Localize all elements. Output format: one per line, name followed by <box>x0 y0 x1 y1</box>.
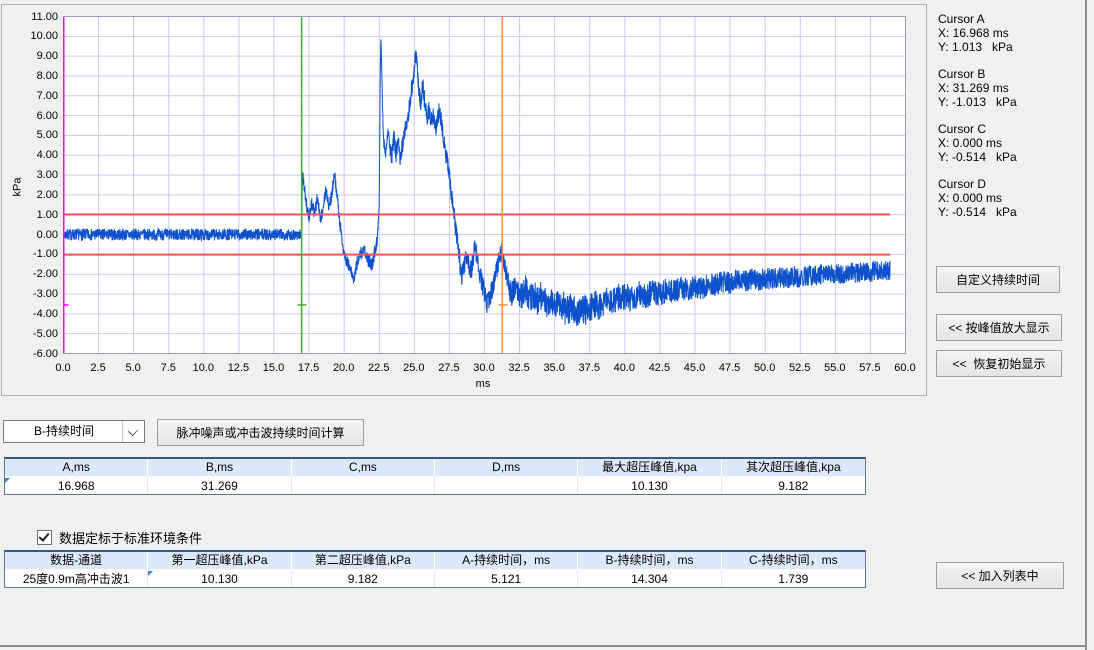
y-tick-label: 9.00 <box>10 49 58 63</box>
table-header-cell: A,ms <box>5 459 148 476</box>
table-header-cell: B,ms <box>148 459 291 476</box>
cursor-title: Cursor A <box>938 12 1017 26</box>
table-cell[interactable]: 25度0.9m高冲击波1 <box>5 571 148 587</box>
table-cell[interactable]: 10.130 <box>578 478 721 494</box>
chart-panel: 11.0010.009.008.007.006.005.004.003.002.… <box>1 4 927 396</box>
table-header-row: A,msB,msC,msD,ms最大超压峰值,kpa其次超压峰值,kpa <box>5 459 865 478</box>
cursor-x-value: X: 31.269 ms <box>938 81 1017 95</box>
y-tick-label: 4.00 <box>10 148 58 162</box>
table-row[interactable]: 16.96831.269 10.1309.182 <box>5 478 865 494</box>
table-header-row: 数据-通道第一超压峰值,kPa第二超压峰值,kPaA-持续时间，msB-持续时间… <box>5 552 865 571</box>
table-header-cell: C-持续时间，ms <box>722 552 865 569</box>
standard-conditions-checkbox[interactable] <box>37 530 52 545</box>
y-tick-label: 10.00 <box>10 29 58 43</box>
table-header-cell: 第二超压峰值,kPa <box>292 552 435 569</box>
cursor-x-value: X: 0.000 ms <box>938 136 1017 150</box>
add-to-list-button[interactable]: << 加入列表中 <box>936 562 1064 589</box>
cursor-group: Cursor CX: 0.000 msY: -0.514 kPa <box>938 122 1017 164</box>
cursor-x-value: X: 0.000 ms <box>938 191 1017 205</box>
cursor-group: Cursor AX: 16.968 msY: 1.013 kPa <box>938 12 1017 54</box>
y-tick-label: 5.00 <box>10 128 58 142</box>
custom-duration-button[interactable]: 自定义持续时间 <box>936 266 1060 293</box>
y-tick-label: -1.00 <box>10 247 58 261</box>
table-row[interactable]: 25度0.9m高冲击波110.1309.1825.12114.3041.739 <box>5 571 865 587</box>
cursor-y-value: Y: -0.514 kPa <box>938 205 1017 219</box>
standard-conditions-checkbox-row[interactable]: 数据定标于标准环境条件 <box>37 528 202 547</box>
x-tick-label: 60.0 <box>880 362 930 375</box>
cursor-y-value: Y: -1.013 kPa <box>938 95 1017 109</box>
table-header-cell: C,ms <box>292 459 435 476</box>
table-cell[interactable]: 31.269 <box>148 478 291 494</box>
y-tick-label: -3.00 <box>10 287 58 301</box>
duration-type-value: B-持续时间 <box>4 421 124 442</box>
table-header-cell: 最大超压峰值,kpa <box>578 459 721 476</box>
chevron-down-icon <box>128 426 138 436</box>
table-header-cell: 其次超压峰值,kpa <box>722 459 865 476</box>
table-header-cell: 数据-通道 <box>5 552 148 569</box>
x-axis-label: ms <box>463 378 503 390</box>
window-border-bottom <box>0 645 1087 647</box>
cursor-title: Cursor C <box>938 122 1017 136</box>
app-window: { "chart_data": { "type": "line", "title… <box>0 0 1094 650</box>
waveform-plot[interactable] <box>63 16 906 359</box>
cursor-readout-panel: Cursor AX: 16.968 msY: 1.013 kPa Cursor B… <box>938 12 1017 232</box>
table-cell[interactable] <box>435 478 578 494</box>
channel-result-table: 数据-通道第一超压峰值,kPa第二超压峰值,kPaA-持续时间，msB-持续时间… <box>4 550 866 588</box>
table-cell[interactable]: 5.121 <box>435 571 578 587</box>
combo-arrow-button[interactable] <box>122 421 144 442</box>
y-tick-label: 7.00 <box>10 89 58 103</box>
y-tick-label: 11.00 <box>10 10 58 24</box>
y-tick-label: 1.00 <box>10 208 58 222</box>
duration-type-select[interactable]: B-持续时间 <box>3 420 145 443</box>
y-tick-label: -2.00 <box>10 267 58 281</box>
table-cell[interactable] <box>292 478 435 494</box>
y-tick-label: 6.00 <box>10 109 58 123</box>
y-axis-label: kPa <box>11 178 23 197</box>
zoom-by-peak-button[interactable]: << 按峰值放大显示 <box>936 314 1062 341</box>
y-tick-label: 8.00 <box>10 69 58 83</box>
cursor-result-table: A,msB,msC,msD,ms最大超压峰值,kpa其次超压峰值,kpa16.9… <box>4 457 866 495</box>
window-border-right <box>1085 0 1087 650</box>
y-tick-label: -4.00 <box>10 307 58 321</box>
cursor-title: Cursor B <box>938 67 1017 81</box>
table-cell[interactable]: 14.304 <box>578 571 721 587</box>
table-cell[interactable]: 9.182 <box>292 571 435 587</box>
y-tick-label: -6.00 <box>10 347 58 361</box>
table-cell[interactable]: 16.968 <box>5 478 148 494</box>
y-tick-label: 0.00 <box>10 228 58 242</box>
cursor-title: Cursor D <box>938 177 1017 191</box>
table-cell[interactable]: 9.182 <box>722 478 865 494</box>
cursor-y-value: Y: -0.514 kPa <box>938 150 1017 164</box>
table-header-cell: 第一超压峰值,kPa <box>148 552 291 569</box>
table-cell[interactable]: 1.739 <box>722 571 865 587</box>
table-header-cell: A-持续时间，ms <box>435 552 578 569</box>
restore-initial-display-button[interactable]: << 恢复初始显示 <box>936 350 1062 377</box>
duration-calc-button[interactable]: 脉冲噪声或冲击波持续时间计算 <box>157 419 364 446</box>
table-cell[interactable]: 10.130 <box>148 571 291 587</box>
cursor-y-value: Y: 1.013 kPa <box>938 40 1017 54</box>
cursor-group: Cursor DX: 0.000 msY: -0.514 kPa <box>938 177 1017 219</box>
cursor-x-value: X: 16.968 ms <box>938 26 1017 40</box>
y-tick-label: -5.00 <box>10 327 58 341</box>
table-header-cell: B-持续时间，ms <box>578 552 721 569</box>
standard-conditions-label: 数据定标于标准环境条件 <box>59 528 202 547</box>
cursor-group: Cursor BX: 31.269 msY: -1.013 kPa <box>938 67 1017 109</box>
table-header-cell: D,ms <box>435 459 578 476</box>
